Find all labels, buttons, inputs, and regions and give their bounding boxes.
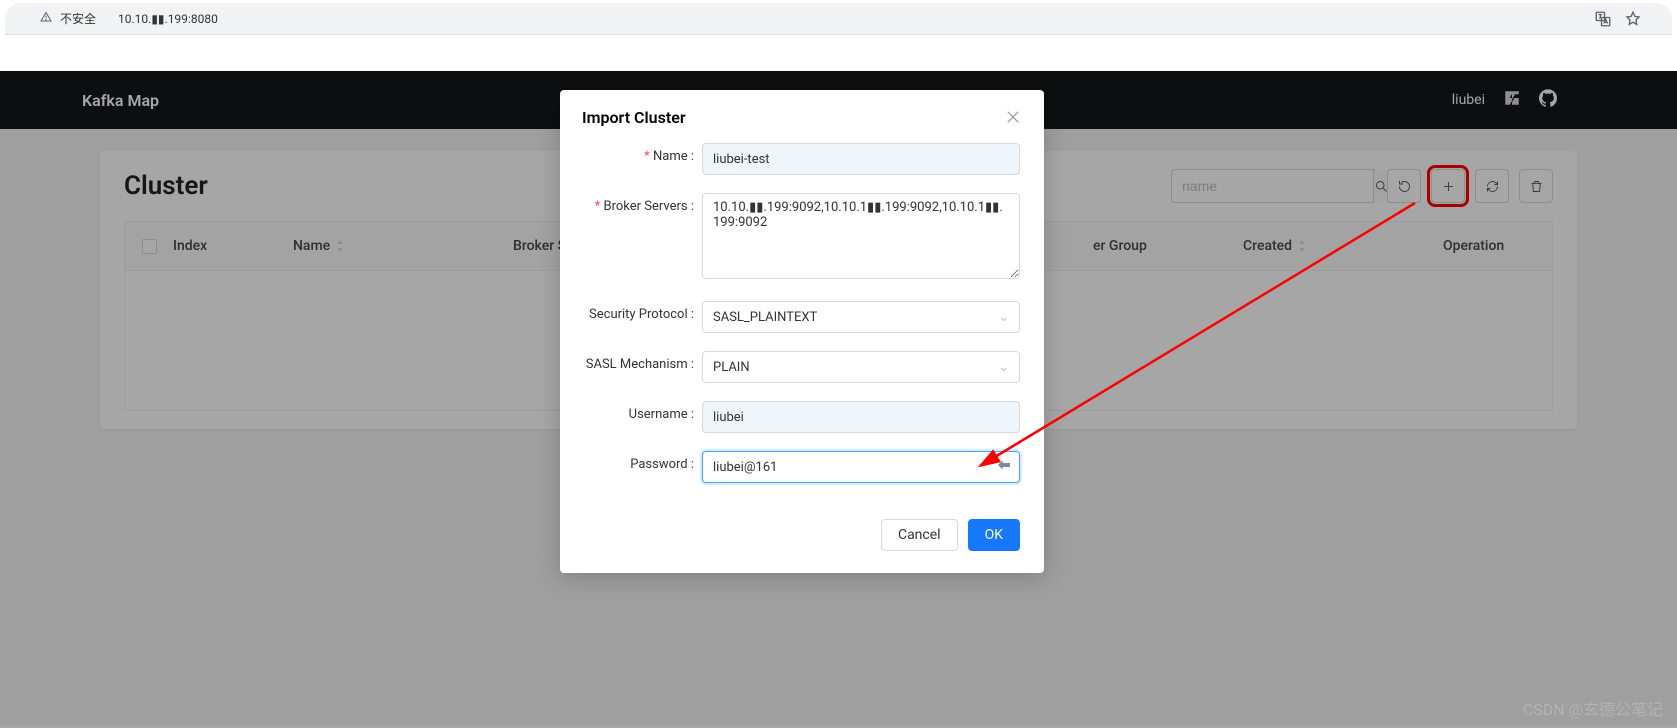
security-label: 不安全	[60, 10, 96, 27]
label-password: Password :	[584, 451, 702, 472]
label-protocol: Security Protocol :	[584, 301, 702, 322]
label-brokers: Broker Servers :	[584, 193, 702, 214]
ok-button[interactable]: OK	[968, 519, 1020, 551]
name-input[interactable]	[702, 143, 1020, 175]
label-name: Name :	[584, 143, 702, 164]
password-manager-icon[interactable]	[996, 457, 1012, 477]
password-input[interactable]	[702, 451, 1020, 483]
modal-title: Import Cluster	[582, 108, 686, 127]
label-username: Username :	[584, 401, 702, 422]
close-icon[interactable]	[1006, 110, 1022, 126]
username-input[interactable]	[702, 401, 1020, 433]
cancel-button[interactable]: Cancel	[881, 519, 958, 551]
brokers-textarea[interactable]: 10.10.▮▮.199:9092,10.10.1▮▮.199:9092,10.…	[702, 193, 1020, 279]
label-mechanism: SASL Mechanism :	[584, 351, 702, 372]
modal-overlay[interactable]: Import Cluster Name : Broker Servers : 1…	[0, 71, 1677, 728]
import-cluster-modal: Import Cluster Name : Broker Servers : 1…	[560, 90, 1044, 573]
browser-url[interactable]: 10.10.▮▮.199:8080	[118, 12, 218, 26]
chevron-down-icon: ⌄	[998, 310, 1009, 325]
translate-icon[interactable]	[1594, 10, 1612, 28]
protocol-select[interactable]: SASL_PLAINTEXT⌄	[702, 301, 1020, 333]
warning-icon	[40, 11, 52, 26]
mechanism-select[interactable]: PLAIN⌄	[702, 351, 1020, 383]
chevron-down-icon: ⌄	[998, 360, 1009, 375]
browser-toolbar-gap	[0, 35, 1677, 71]
browser-address-bar: 不安全 10.10.▮▮.199:8080	[5, 3, 1672, 35]
bookmark-star-icon[interactable]	[1624, 10, 1642, 28]
